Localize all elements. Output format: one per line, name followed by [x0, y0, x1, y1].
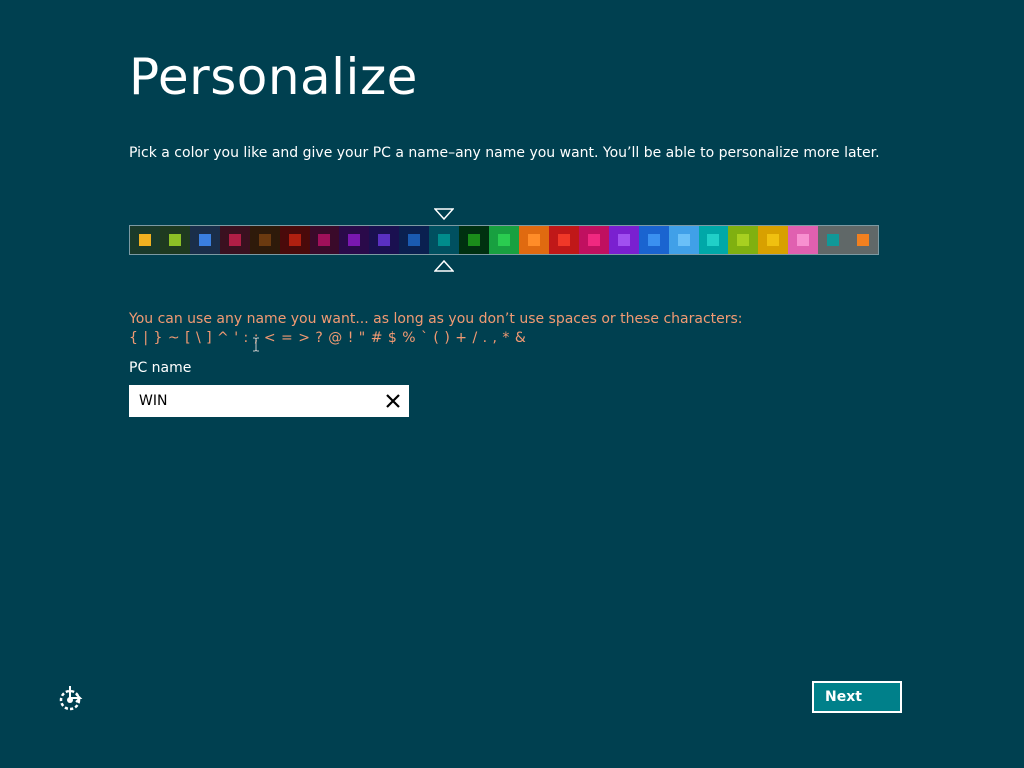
slider-thumb-bottom-icon[interactable]	[434, 259, 454, 272]
color-swatch[interactable]	[578, 226, 609, 254]
color-swatch[interactable]	[159, 226, 190, 254]
color-slider[interactable]	[129, 225, 879, 255]
page-subtitle: Pick a color you like and give your PC a…	[129, 145, 880, 161]
color-swatch[interactable]	[548, 226, 579, 254]
color-swatch[interactable]	[459, 226, 490, 254]
color-swatch-square	[348, 234, 361, 246]
color-swatch[interactable]	[698, 226, 729, 254]
slider-thumb-top-icon[interactable]	[434, 208, 454, 221]
color-swatch-square	[737, 234, 750, 246]
color-swatch[interactable]	[279, 226, 310, 254]
color-swatch-square	[318, 234, 331, 246]
color-swatch[interactable]	[788, 226, 819, 254]
color-swatch[interactable]	[339, 226, 370, 254]
color-swatch-square	[408, 234, 421, 246]
color-swatch-square	[557, 234, 570, 246]
color-swatch-square	[797, 234, 810, 246]
color-swatch[interactable]	[429, 226, 460, 254]
naming-rules-text: You can use any name you want... as long…	[129, 311, 743, 327]
next-button[interactable]: Next	[812, 681, 902, 713]
forbidden-characters: { | } ~ [ \ ] ^ ' : ; < = > ? @ ! " # $ …	[129, 330, 527, 346]
color-swatch[interactable]	[608, 226, 639, 254]
color-swatch[interactable]	[130, 226, 160, 254]
color-swatch-square	[617, 234, 630, 246]
color-swatch-square	[707, 234, 720, 246]
color-swatch[interactable]	[728, 226, 759, 254]
color-swatch-square	[767, 234, 780, 246]
pc-name-label: PC name	[129, 360, 192, 376]
color-swatch-square	[378, 234, 391, 246]
color-swatch[interactable]	[369, 226, 400, 254]
color-swatch-square	[288, 234, 301, 246]
color-swatch[interactable]	[668, 226, 699, 254]
color-swatch-square	[438, 234, 451, 246]
ease-of-access-icon[interactable]	[58, 684, 86, 712]
color-swatch[interactable]	[518, 226, 549, 254]
color-swatch[interactable]	[309, 226, 340, 254]
color-swatch-square	[827, 234, 840, 246]
color-swatch-square	[857, 234, 870, 246]
pc-name-field	[129, 385, 409, 417]
clear-button[interactable]	[377, 385, 409, 417]
color-swatch-square	[258, 234, 271, 246]
color-swatch-square	[647, 234, 660, 246]
color-swatch[interactable]	[399, 226, 430, 254]
color-swatch[interactable]	[489, 226, 519, 254]
text-cursor-icon	[252, 337, 260, 352]
color-swatch[interactable]	[219, 226, 250, 254]
color-swatch[interactable]	[249, 226, 280, 254]
color-swatch-square	[198, 234, 211, 246]
color-swatch[interactable]	[848, 226, 879, 254]
color-swatch-square	[498, 234, 511, 246]
color-swatch[interactable]	[818, 226, 849, 254]
color-swatch-square	[138, 234, 151, 246]
pc-name-input[interactable]	[129, 385, 377, 417]
color-swatch-square	[587, 234, 600, 246]
naming-rules-message: You can use any name you want... as long…	[129, 310, 743, 348]
color-swatch-square	[527, 234, 540, 246]
color-swatch[interactable]	[189, 226, 220, 254]
color-swatch-square	[228, 234, 241, 246]
page-title: Personalize	[129, 48, 418, 106]
color-swatch-square	[677, 234, 690, 246]
color-swatch-square	[168, 234, 181, 246]
color-swatch[interactable]	[638, 226, 669, 254]
color-swatch[interactable]	[758, 226, 789, 254]
close-icon	[386, 394, 400, 408]
color-swatch-square	[468, 234, 481, 246]
